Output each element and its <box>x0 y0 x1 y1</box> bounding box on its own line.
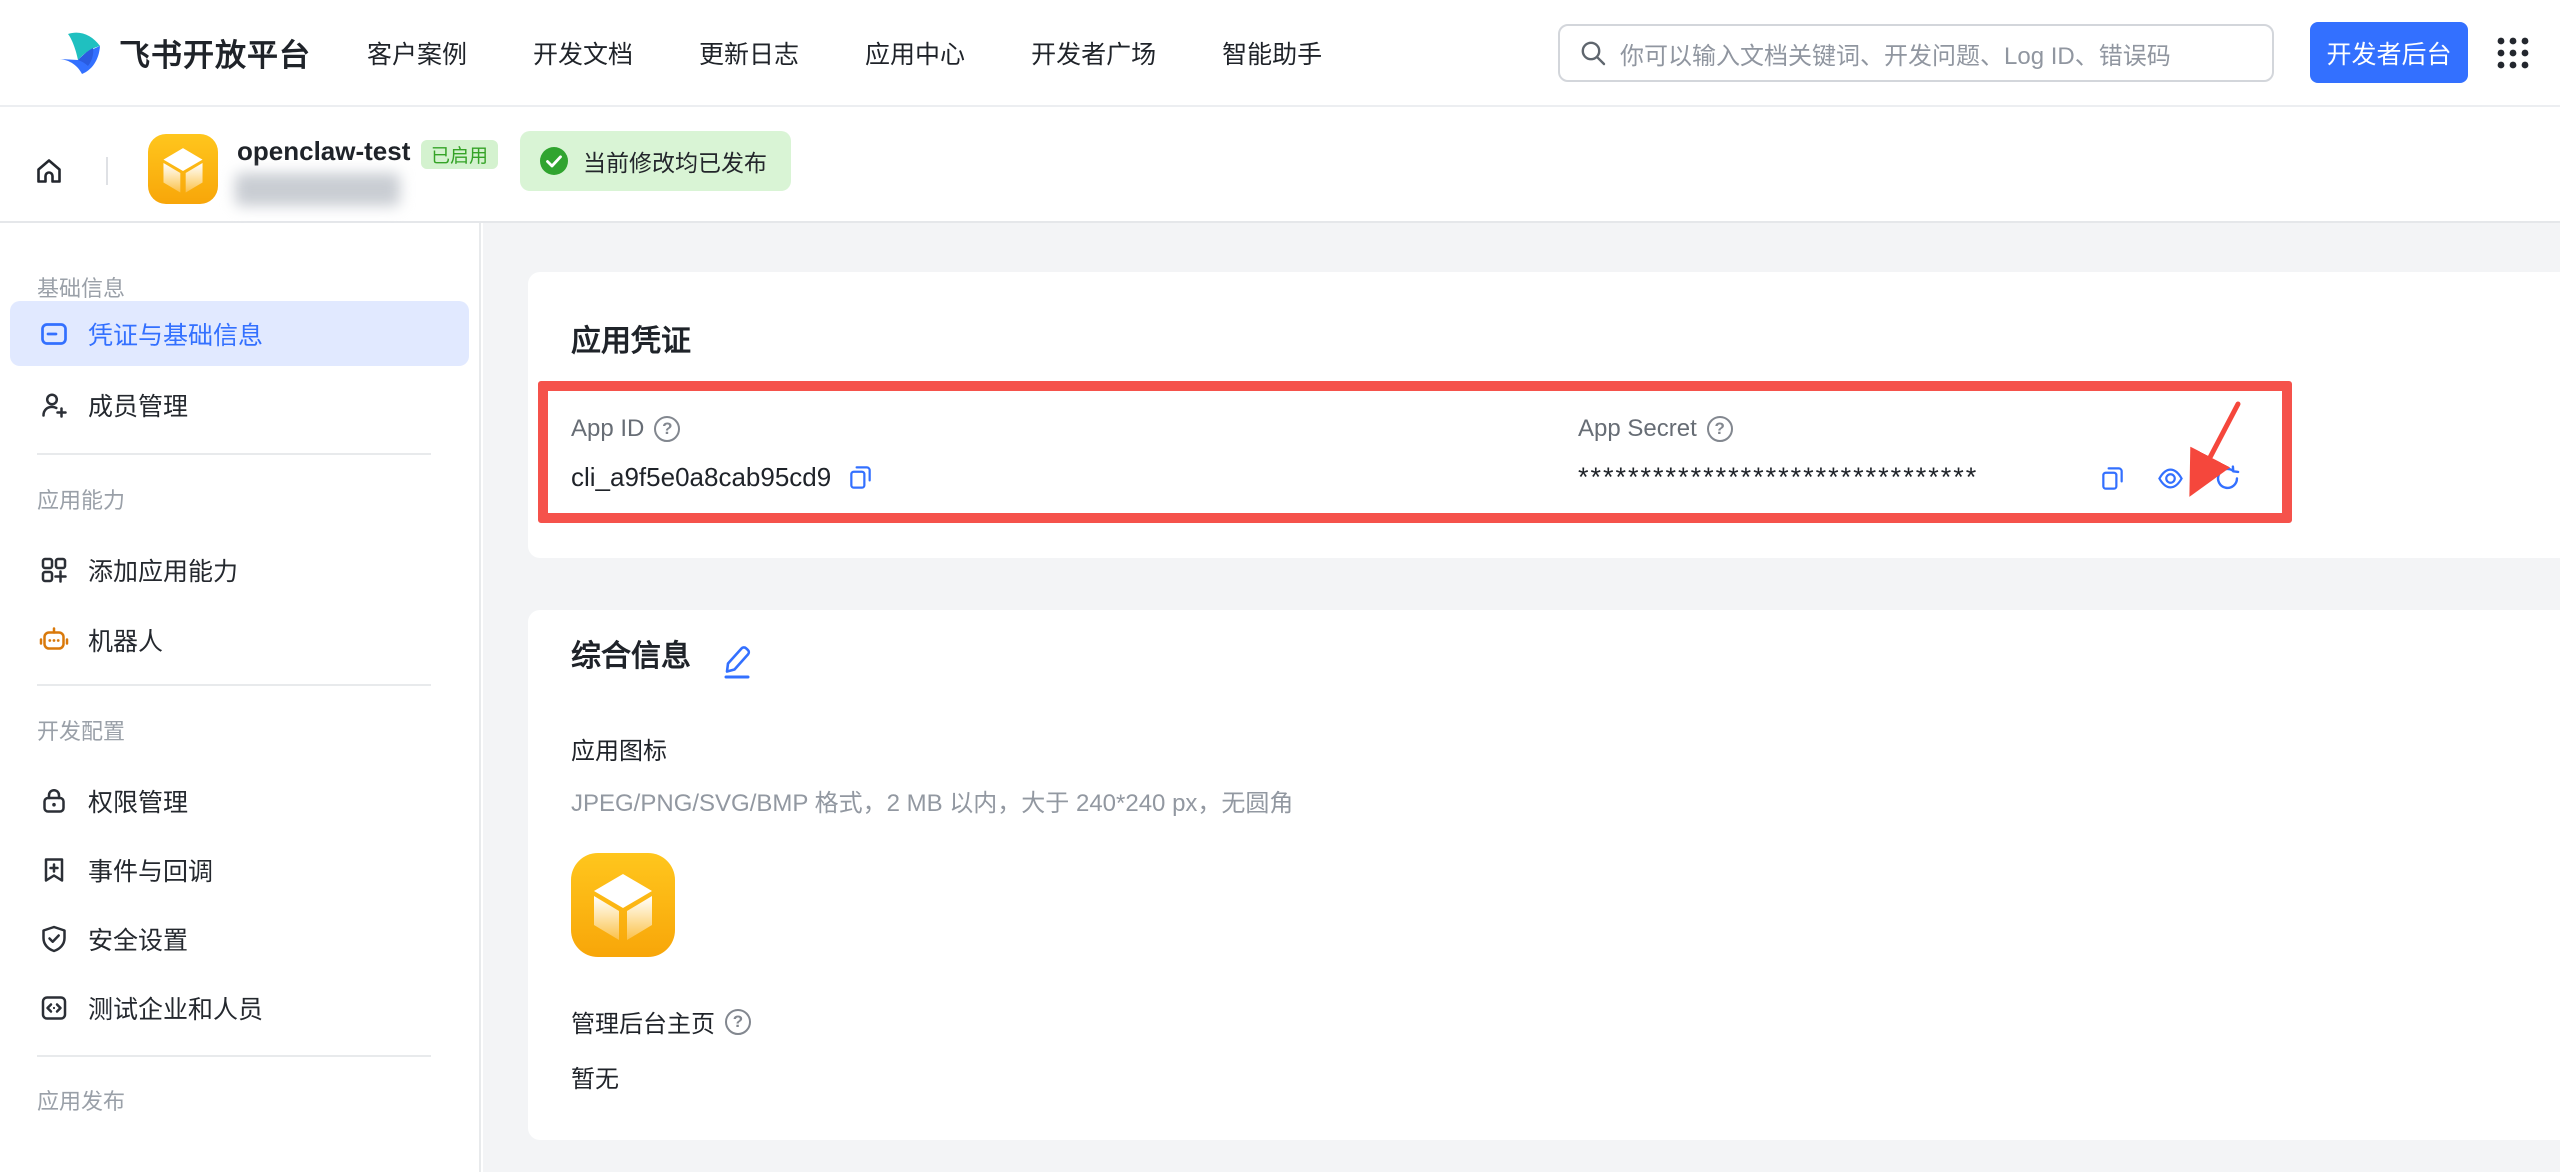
sidebar-heading-capabilities: 应用能力 <box>37 489 479 513</box>
edit-pencil-icon[interactable] <box>719 640 755 680</box>
robot-icon <box>39 625 69 655</box>
search-icon <box>1578 38 1608 68</box>
sidebar-item-credentials[interactable]: 凭证与基础信息 <box>10 301 469 366</box>
brand-title: 飞书开放平台 <box>119 30 311 75</box>
app-secret-label: App Secret <box>1578 415 1697 443</box>
refresh-icon[interactable] <box>2214 465 2241 492</box>
status-badge: 已启用 <box>421 140 498 169</box>
nav-item-developer-plaza[interactable]: 开发者广场 <box>1031 35 1156 71</box>
credentials-card-title: 应用凭证 <box>571 316 691 360</box>
sidebar-divider <box>37 1055 431 1057</box>
search-placeholder: 你可以输入文档关键词、开发问题、Log ID、错误码 <box>1620 36 2171 71</box>
sidebar-item-test-company[interactable]: 测试企业和人员 <box>0 973 479 1042</box>
app-secret-label-row: App Secret ? <box>1578 415 1733 443</box>
nav-item-ai-assistant[interactable]: 智能助手 <box>1222 35 1322 71</box>
apps-grid-icon[interactable] <box>2494 34 2532 72</box>
lock-icon <box>39 786 69 816</box>
code-square-icon <box>39 993 69 1023</box>
app-icon-large[interactable] <box>571 853 675 957</box>
help-question-icon[interactable]: ? <box>725 1009 751 1035</box>
sidebar-divider <box>37 684 431 686</box>
copy-icon[interactable] <box>847 464 874 491</box>
brand[interactable]: 飞书开放平台 <box>55 0 311 105</box>
top-navigation-bar: 飞书开放平台 客户案例 开发文档 更新日志 应用中心 开发者广场 智能助手 你可… <box>0 0 2560 107</box>
check-circle-icon <box>540 147 568 175</box>
sidebar-item-label: 权限管理 <box>88 783 188 819</box>
sidebar-item-add-capability[interactable]: 添加应用能力 <box>0 535 479 605</box>
primary-nav: 客户案例 开发文档 更新日志 应用中心 开发者广场 智能助手 <box>367 0 1322 105</box>
sidebar-item-events-callbacks[interactable]: 事件与回调 <box>0 835 479 904</box>
admin-home-value: 暂无 <box>571 1059 619 1094</box>
app-icon-spec: JPEG/PNG/SVG/BMP 格式，2 MB 以内，大于 240*240 p… <box>571 783 1293 818</box>
sidebar-heading-basic-info: 基础信息 <box>37 277 479 301</box>
main-content: 应用凭证 App ID ? cli_a9f5e0a8cab95cd9 App S… <box>483 223 2560 1172</box>
admin-home-label-row: 管理后台主页 ? <box>571 1004 751 1039</box>
feishu-open-platform-console: 飞书开放平台 客户案例 开发文档 更新日志 应用中心 开发者广场 智能助手 你可… <box>0 0 2560 1172</box>
publish-status-pill: 当前修改均已发布 <box>520 131 791 191</box>
app-icon-label: 应用图标 <box>571 731 667 766</box>
shield-check-icon <box>39 924 69 954</box>
sidebar-item-permissions[interactable]: 权限管理 <box>0 766 479 835</box>
app-id-blurred <box>235 173 400 206</box>
app-id-label-row: App ID ? <box>571 415 680 443</box>
sidebar-item-label: 机器人 <box>88 622 163 658</box>
home-icon[interactable] <box>33 155 65 187</box>
app-id-label: App ID <box>571 415 644 443</box>
sidebar-item-label: 测试企业和人员 <box>88 990 263 1026</box>
general-info-card: 综合信息 应用图标 JPEG/PNG/SVG/BMP 格式，2 MB 以内，大于… <box>528 610 2560 1140</box>
header-divider <box>106 157 108 185</box>
sidebar-item-bot[interactable]: 机器人 <box>0 605 479 675</box>
info-card-title-row: 综合信息 <box>571 638 755 680</box>
sidebar-item-label: 安全设置 <box>88 921 188 957</box>
sidebar-divider <box>37 453 431 455</box>
app-secret-value-row: ******************************** <box>1578 462 1978 493</box>
app-name: openclaw-test <box>237 136 410 167</box>
help-question-icon[interactable]: ? <box>654 416 680 442</box>
sidebar-item-label: 成员管理 <box>88 387 188 423</box>
feishu-logo-icon <box>55 27 107 79</box>
credential-card-icon <box>39 319 69 349</box>
add-capability-icon <box>39 555 69 585</box>
member-add-icon <box>39 390 69 420</box>
developer-console-button[interactable]: 开发者后台 <box>2310 22 2468 83</box>
eye-reveal-icon[interactable] <box>2157 465 2184 492</box>
info-card-title: 综合信息 <box>571 638 691 676</box>
sidebar: 基础信息 凭证与基础信息 成员管理 应用能力 <box>0 223 481 1172</box>
admin-home-label: 管理后台主页 <box>571 1004 715 1039</box>
sidebar-item-security[interactable]: 安全设置 <box>0 904 479 973</box>
search-input[interactable]: 你可以输入文档关键词、开发问题、Log ID、错误码 <box>1558 24 2274 82</box>
nav-item-app-center[interactable]: 应用中心 <box>865 35 965 71</box>
app-id-value-row: cli_a9f5e0a8cab95cd9 <box>571 462 874 493</box>
nav-item-dev-docs[interactable]: 开发文档 <box>533 35 633 71</box>
sidebar-item-label: 事件与回调 <box>88 852 213 888</box>
app-icon-small <box>148 134 218 204</box>
credentials-card: 应用凭证 App ID ? cli_a9f5e0a8cab95cd9 App S… <box>528 272 2560 558</box>
nav-item-changelog[interactable]: 更新日志 <box>699 35 799 71</box>
publish-status-text: 当前修改均已发布 <box>583 144 767 178</box>
sidebar-item-label: 凭证与基础信息 <box>88 316 263 352</box>
event-callback-icon <box>39 855 69 885</box>
sidebar-heading-dev-config: 开发配置 <box>37 720 479 744</box>
app-id-value: cli_a9f5e0a8cab95cd9 <box>571 462 831 493</box>
app-header-bar: openclaw-test 已启用 当前修改均已发布 <box>0 107 2560 223</box>
sidebar-heading-app-release: 应用发布 <box>37 1090 479 1114</box>
help-question-icon[interactable]: ? <box>1707 416 1733 442</box>
app-secret-masked-value: ******************************** <box>1578 462 1978 493</box>
copy-icon[interactable] <box>2099 465 2126 492</box>
sidebar-item-members[interactable]: 成员管理 <box>0 370 479 440</box>
nav-item-customer-cases[interactable]: 客户案例 <box>367 35 467 71</box>
sidebar-item-label: 添加应用能力 <box>88 552 238 588</box>
